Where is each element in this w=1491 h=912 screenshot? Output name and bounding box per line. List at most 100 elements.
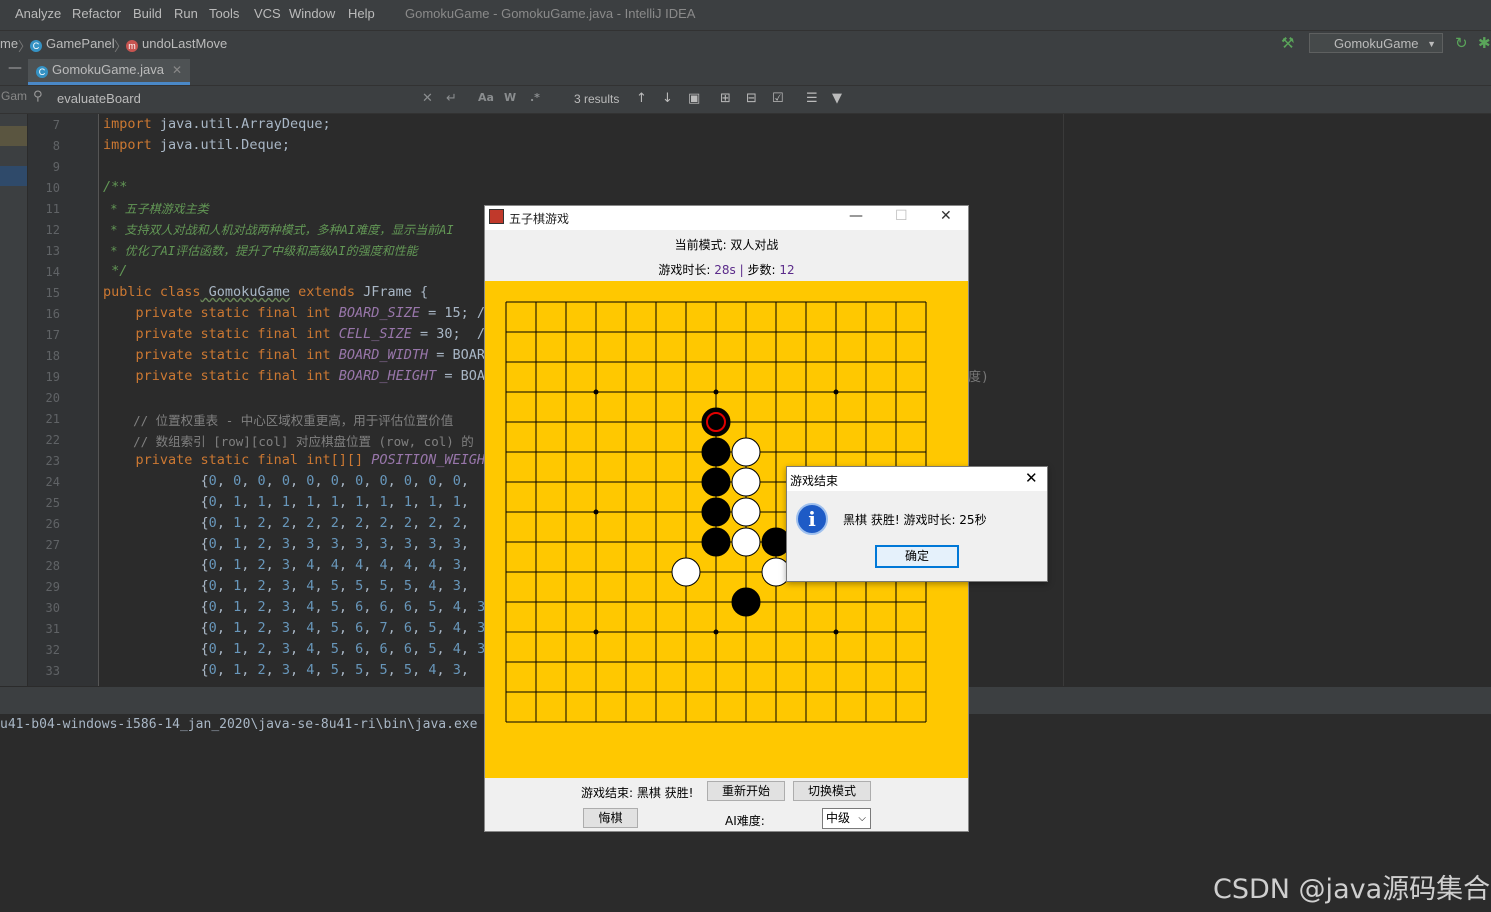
code-line: * 优化了AI评估函数，提升了中级和高级AI的强度和性能 bbox=[103, 244, 418, 258]
restart-button[interactable]: 重新开始 bbox=[707, 781, 785, 801]
menu-vcs[interactable]: VCS bbox=[254, 6, 281, 21]
black-stone bbox=[701, 437, 731, 467]
line-number: 14 bbox=[45, 265, 60, 279]
run-config-dropdown[interactable]: GomokuGame ▼ bbox=[1309, 33, 1443, 53]
debug-icon[interactable]: ✱ bbox=[1478, 34, 1491, 52]
find-bar: Gam ⚲ evaluateBoard ✕ ↵ Aa W .* 3 result… bbox=[0, 86, 1491, 114]
filter-icon[interactable]: ▼ bbox=[832, 91, 842, 106]
menu-bar: Analyze Refactor Build Run Tools VCS Win… bbox=[0, 0, 1491, 30]
breadcrumb-class[interactable]: C GamePanel bbox=[30, 36, 115, 52]
code-line: */ bbox=[103, 263, 128, 279]
minimize-icon[interactable]: — bbox=[849, 208, 863, 224]
code-line: {0, 1, 2, 3, 4, 4, 4, 4, 4, 4, 3, bbox=[103, 557, 470, 573]
tool-window-stripe bbox=[0, 114, 27, 686]
white-stone bbox=[731, 527, 761, 557]
menu-help[interactable]: Help bbox=[348, 6, 375, 21]
java-app-icon bbox=[489, 209, 504, 224]
black-stone bbox=[731, 587, 761, 617]
class-icon: C bbox=[30, 40, 42, 52]
code-line: {0, 1, 2, 2, 2, 2, 2, 2, 2, 2, 2, bbox=[103, 515, 470, 531]
star-point bbox=[593, 389, 599, 395]
line-number: 30 bbox=[45, 601, 60, 615]
game-window-titlebar[interactable]: 五子棋游戏 — ☐ ✕ bbox=[485, 206, 968, 230]
black-stone bbox=[701, 527, 731, 557]
menu-run[interactable]: Run bbox=[174, 6, 198, 21]
tab-label: GomokuGame.java bbox=[52, 62, 164, 77]
line-number: 33 bbox=[45, 664, 60, 678]
class-icon: C bbox=[36, 66, 48, 78]
code-line: import java.util.ArrayDeque; bbox=[103, 116, 331, 132]
breadcrumb-project[interactable]: me bbox=[0, 36, 18, 51]
stats-label: 游戏时长: 28s | 步数: 12 bbox=[485, 261, 968, 278]
window-title: GomokuGame - GomokuGame.java - IntelliJ … bbox=[405, 6, 696, 21]
maximize-icon[interactable]: ☐ bbox=[895, 208, 908, 224]
regex-icon[interactable]: .* bbox=[530, 91, 540, 104]
line-number: 27 bbox=[45, 538, 60, 552]
game-over-dialog: 游戏结束 ✕ i 黑棋 获胜! 游戏时长: 25秒 确定 bbox=[786, 466, 1048, 582]
game-status-label: 游戏结束: 黑棋 获胜! bbox=[581, 786, 694, 800]
ai-difficulty-label: AI难度: bbox=[725, 814, 765, 828]
line-number: 8 bbox=[52, 139, 60, 153]
navigation-bar: me 〉 C GamePanel 〉 m undoLastMove ⚒ Gomoku… bbox=[0, 30, 1491, 57]
time-label: 游戏时长: bbox=[658, 263, 715, 277]
select-all-occurrences-icon[interactable]: ☑ bbox=[772, 91, 784, 106]
line-number: 24 bbox=[45, 475, 60, 489]
code-line: * 支持双人对战和人机对战两种模式，多种AI难度，显示当前AI bbox=[103, 223, 454, 237]
breadcrumb-method[interactable]: m undoLastMove bbox=[126, 36, 227, 52]
close-icon[interactable]: ✕ bbox=[1025, 469, 1038, 487]
menu-tools[interactable]: Tools bbox=[209, 6, 239, 21]
ok-button[interactable]: 确定 bbox=[875, 545, 959, 568]
unselect-occurrence-icon[interactable]: ⊟ bbox=[746, 91, 757, 106]
code-line: // 数组索引 [row][col] 对应棋盘位置 (row, col) 的 bbox=[103, 434, 474, 449]
code-line: {0, 1, 1, 1, 1, 1, 1, 1, 1, 1, 1, bbox=[103, 494, 470, 510]
collapse-icon[interactable]: — bbox=[8, 60, 22, 76]
search-icon[interactable]: ⚲ bbox=[33, 89, 43, 104]
line-number: 19 bbox=[45, 370, 60, 384]
line-number: 31 bbox=[45, 622, 60, 636]
dialog-titlebar[interactable]: 游戏结束 ✕ bbox=[787, 467, 1047, 491]
code-line: {0, 1, 2, 3, 3, 3, 3, 3, 3, 3, 3, bbox=[103, 536, 470, 552]
project-tree-selection[interactable] bbox=[0, 126, 27, 146]
line-number: 7 bbox=[52, 118, 60, 132]
steps-label: 步数: bbox=[747, 263, 780, 277]
add-selection-icon[interactable]: ⊞ bbox=[720, 91, 731, 106]
code-line: private static final int[][] POSITION_WE… bbox=[103, 452, 494, 468]
code-line: import java.util.Deque; bbox=[103, 137, 290, 153]
line-number: 32 bbox=[45, 643, 60, 657]
search-results-count: 3 results bbox=[574, 92, 620, 106]
build-hammer-icon[interactable]: ⚒ bbox=[1281, 34, 1294, 52]
search-input[interactable]: evaluateBoard bbox=[57, 91, 141, 106]
project-tree-highlight[interactable] bbox=[0, 166, 27, 186]
filter-options-icon[interactable]: ☰ bbox=[806, 91, 818, 106]
line-number: 29 bbox=[45, 580, 60, 594]
tab-gomokugame-java[interactable]: C GomokuGame.java ✕ bbox=[28, 59, 190, 85]
new-line-icon[interactable]: ↵ bbox=[446, 91, 457, 106]
control-panel: 游戏结束: 黑棋 获胜! 重新开始 切换模式 悔棋 AI难度: 中级 ⌵ bbox=[485, 778, 968, 831]
menu-refactor[interactable]: Refactor bbox=[72, 6, 121, 21]
clear-search-icon[interactable]: ✕ bbox=[422, 91, 433, 106]
difficulty-select[interactable]: 中级 ⌵ bbox=[822, 808, 871, 829]
rerun-icon[interactable]: ↻ bbox=[1455, 34, 1468, 52]
switch-mode-button[interactable]: 切换模式 bbox=[793, 781, 871, 801]
close-icon[interactable]: ✕ bbox=[940, 208, 952, 224]
line-number: 21 bbox=[45, 412, 60, 426]
next-occurrence-icon[interactable]: ↓ bbox=[662, 91, 673, 106]
open-in-window-icon[interactable]: ▣ bbox=[688, 91, 700, 106]
code-line: private static final int CELL_SIZE = 30;… bbox=[103, 326, 494, 342]
menu-analyze[interactable]: Analyze bbox=[15, 6, 61, 21]
line-number: 18 bbox=[45, 349, 60, 363]
previous-occurrence-icon[interactable]: ↑ bbox=[636, 91, 647, 106]
menu-build[interactable]: Build bbox=[133, 6, 162, 21]
code-line: {0, 0, 0, 0, 0, 0, 0, 0, 0, 0, 0, bbox=[103, 473, 470, 489]
match-case-icon[interactable]: Aa bbox=[478, 91, 494, 104]
code-line: public class GomokuGame extends JFrame { bbox=[103, 284, 429, 300]
close-tab-icon[interactable]: ✕ bbox=[172, 59, 182, 81]
code-line: // 位置权重表 - 中心区域权重更高，用于评估位置价值 bbox=[103, 413, 454, 428]
menu-window[interactable]: Window bbox=[289, 6, 335, 21]
whole-words-icon[interactable]: W bbox=[504, 91, 516, 104]
star-point bbox=[593, 629, 599, 635]
time-value: 28s bbox=[714, 263, 736, 277]
code-line: {0, 1, 2, 3, 4, 5, 6, 6, 6, 5, 4, 3, bbox=[103, 599, 494, 615]
line-number: 12 bbox=[45, 223, 60, 237]
undo-button[interactable]: 悔棋 bbox=[583, 808, 638, 828]
